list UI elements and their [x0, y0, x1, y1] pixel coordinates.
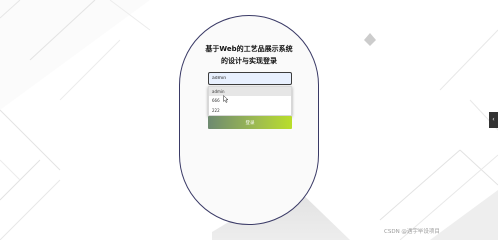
username-input[interactable]: [208, 72, 292, 85]
side-collapse-tab[interactable]: ‹: [489, 112, 498, 128]
autocomplete-option[interactable]: 666: [209, 96, 291, 105]
autocomplete-option[interactable]: admin: [209, 87, 291, 97]
page-title: 基于Web的工艺品展示系统: [205, 45, 293, 53]
page-subtitle: 的设计与实现登录: [221, 57, 277, 65]
autocomplete-dropdown: admin 666 222: [208, 86, 292, 116]
mouse-cursor-icon: [223, 95, 229, 103]
watermark: CSDN @遇宇毕设项目: [384, 229, 440, 235]
autocomplete-option[interactable]: 222: [209, 106, 291, 115]
chevron-left-icon: ‹: [492, 116, 495, 123]
login-panel: 基于Web的工艺品展示系统 的设计与实现登录 admin 666 222 登录: [179, 15, 319, 225]
login-button[interactable]: 登录: [208, 116, 292, 129]
